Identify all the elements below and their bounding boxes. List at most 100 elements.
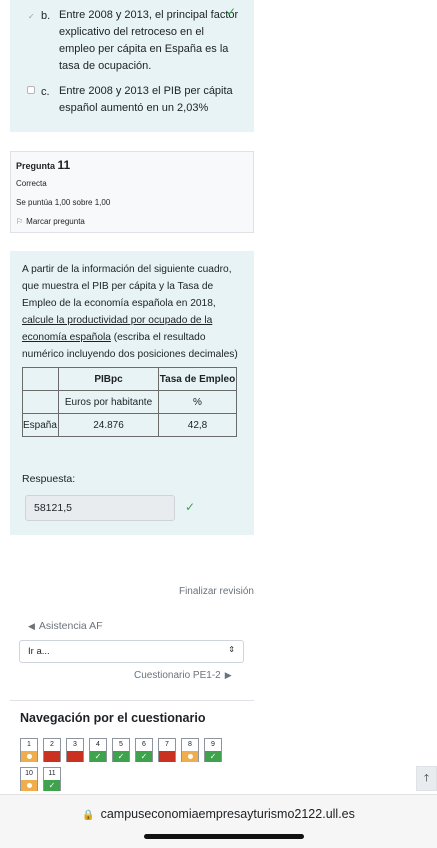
quiz-nav-button-11[interactable]: 11 ✓ (43, 767, 61, 791)
quiz-nav-button-3[interactable]: 3 (66, 738, 84, 762)
partial-dot-icon (26, 783, 32, 788)
table-cell: % (158, 390, 237, 414)
correct-check-icon: ✓ (185, 500, 196, 514)
quiz-nav-button-8[interactable]: 8 (181, 738, 199, 762)
previous-activity-label: Asistencia AF (38, 620, 103, 632)
quiz-nav-button-1[interactable]: 1 (20, 738, 38, 762)
lock-icon: 🔒 (82, 810, 95, 821)
table-cell: España (22, 413, 59, 437)
question-underlined-1: calcule la productividad por ocupado de … (22, 315, 213, 326)
correct-check-icon: ✓ (226, 5, 237, 19)
quiz-nav-state-incorrect (159, 751, 175, 762)
flag-question-label: Marcar pregunta (26, 217, 85, 226)
table-row: PIBpc Tasa de Empleo (22, 367, 237, 391)
radio-unchecked[interactable] (27, 86, 35, 94)
question-number: 11 (57, 158, 71, 172)
quiz-nav-number: 3 (67, 739, 83, 751)
quiz-nav-button-9[interactable]: 9 ✓ (204, 738, 222, 762)
quiz-nav-number: 6 (136, 739, 152, 751)
quiz-nav-state-partial (182, 751, 198, 762)
quiz-nav-number: 10 (21, 768, 37, 780)
check-icon: ✓ (113, 751, 129, 762)
answer-b-line-3: empleo per cápita en España es la (59, 43, 229, 55)
quiz-nav-number: 5 (113, 739, 129, 751)
check-icon: ✓ (90, 751, 106, 762)
question-grade: Se puntúa 1,00 sobre 1,00 (16, 198, 111, 207)
answer-c-line-2: español aumentó en un 2,03% (59, 102, 209, 114)
question-status: Correcta (16, 179, 47, 188)
previous-activity-link[interactable]: ◀ Asistencia AF (28, 620, 103, 632)
table-cell: Euros por habitante (58, 390, 159, 414)
divider (10, 700, 254, 701)
quiz-navigation-title: Navegación por el cuestionario (20, 711, 206, 725)
table-cell (22, 390, 59, 414)
next-activity-label: Cuestionario PE1-2 (134, 670, 221, 681)
response-input[interactable]: 58121,5 (25, 495, 175, 521)
quiz-nav-state-incorrect (67, 751, 83, 762)
answer-c-line-1: Entre 2008 y 2013 el PIB per cápita (59, 85, 233, 97)
next-activity-link[interactable]: Cuestionario PE1-2 ▶ (134, 670, 232, 681)
jump-to-label: Ir a... (28, 646, 50, 657)
triangle-right-icon: ▶ (224, 670, 232, 680)
quiz-nav-number: 11 (44, 768, 60, 780)
flag-icon: ⚐ (16, 217, 24, 226)
question-line-3: Empleo de la economía española en 2018, (22, 298, 216, 309)
check-icon: ✓ (136, 751, 152, 762)
quiz-nav-state-incorrect (44, 751, 60, 762)
quiz-nav-state-partial (21, 780, 37, 791)
quiz-nav-number: 9 (205, 739, 221, 751)
triangle-left-icon: ◀ (28, 621, 35, 631)
table-cell: 24.876 (58, 413, 159, 437)
question-line-1: A partir de la información del siguiente… (22, 264, 232, 275)
flag-question-link[interactable]: ⚐ Marcar pregunta (16, 217, 85, 226)
answer-letter-b: b. (41, 10, 51, 22)
question-line-last: numérico incluyendo dos posiciones decim… (22, 349, 238, 360)
address-bar-url[interactable]: 🔒 campuseconomiaempresayturismo2122.ull.e… (0, 807, 437, 821)
question-info-box: Pregunta 11 Correcta Se puntúa 1,00 sobr… (10, 151, 254, 233)
table-header: PIBpc (58, 367, 159, 391)
check-icon: ✓ (205, 751, 221, 762)
answer-letter-c: c. (41, 86, 50, 98)
partial-dot-icon (26, 754, 32, 759)
quiz-nav-button-10[interactable]: 10 (20, 767, 38, 791)
question-label: Pregunta (16, 161, 56, 171)
quiz-nav-number: 1 (21, 739, 37, 751)
question-underlined-2: economía española (22, 332, 111, 343)
quiz-nav-state-partial (21, 751, 37, 762)
select-caret-icon: ⇕ (228, 645, 235, 654)
question-line-2: que muestra el PIB per cápita y la Tasa … (22, 281, 214, 292)
quiz-nav-button-4[interactable]: 4 ✓ (89, 738, 107, 762)
answer-text-c: Entre 2008 y 2013 el PIB per cápita espa… (59, 83, 249, 117)
check-icon: ✓ (44, 780, 60, 791)
previous-answers-panel: ✓ b. Entre 2008 y 2013, el principal fac… (10, 0, 254, 132)
answer-text-b: Entre 2008 y 2013, el principal factor e… (59, 7, 249, 75)
home-indicator[interactable] (144, 834, 304, 839)
question-text: A partir de la información del siguiente… (22, 261, 250, 363)
quiz-nav-button-2[interactable]: 2 (43, 738, 61, 762)
quiz-nav-number: 4 (90, 739, 106, 751)
partial-dot-icon (187, 754, 193, 759)
table-cell: 42,8 (158, 413, 237, 437)
quiz-nav-button-5[interactable]: 5 ✓ (112, 738, 130, 762)
quiz-nav-button-6[interactable]: 6 ✓ (135, 738, 153, 762)
question-content-panel: A partir de la información del siguiente… (10, 251, 254, 535)
table-cell (22, 367, 59, 391)
quiz-nav-button-7[interactable]: 7 (158, 738, 176, 762)
finish-review-link[interactable]: Finalizar revisión (54, 586, 254, 597)
answer-b-line-1: Entre 2008 y 2013, el principal factor (59, 9, 239, 21)
scroll-to-top-button[interactable]: 🡑 (416, 766, 437, 791)
answer-b-line-4: tasa de ocupación. (59, 60, 152, 72)
answer-b-line-2: explicativo del retroceso en el (59, 26, 204, 38)
table-row: Euros por habitante % (22, 390, 237, 414)
arrow-up-icon: 🡑 (423, 773, 430, 784)
browser-address-bar: 🔒 campuseconomiaempresayturismo2122.ull.e… (0, 794, 437, 848)
url-text: campuseconomiaempresayturismo2122.ull.es (100, 807, 355, 821)
radio-checked-icon: ✓ (28, 12, 35, 21)
table-header: Tasa de Empleo (158, 367, 237, 391)
jump-to-select[interactable]: Ir a... ⇕ (19, 640, 244, 663)
question-title: Pregunta 11 (16, 158, 70, 172)
quiz-nav-number: 7 (159, 739, 175, 751)
table-row: España 24.876 42,8 (22, 413, 237, 437)
question-after-underline: (escriba el resultado (110, 332, 206, 343)
response-label: Respuesta: (22, 473, 76, 485)
